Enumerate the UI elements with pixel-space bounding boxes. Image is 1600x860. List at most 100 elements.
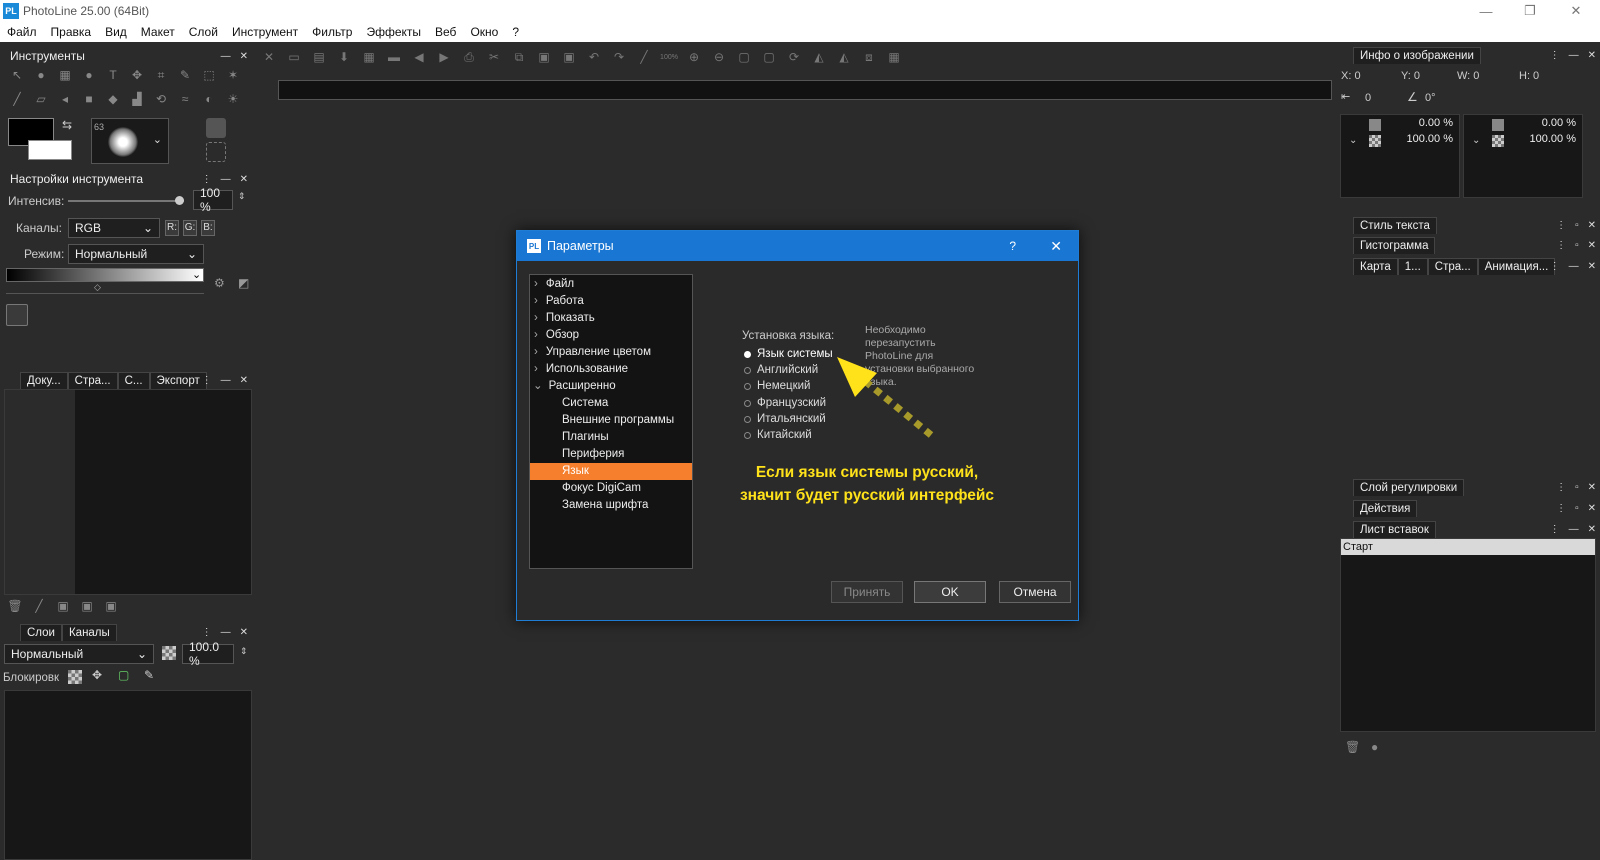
- menu-dots-icon[interactable]: ⋮: [1550, 50, 1560, 61]
- menu-web[interactable]: Веб: [428, 25, 463, 39]
- tree-item-external-programs[interactable]: Внешние программы: [530, 412, 692, 429]
- save-icon[interactable]: ⬇: [335, 50, 353, 64]
- restore-panel-icon[interactable]: ▫: [1575, 220, 1579, 231]
- lock-transparency-icon[interactable]: [68, 670, 82, 684]
- new-doc-icon[interactable]: ▣: [54, 597, 72, 615]
- close-panel-icon[interactable]: ✕: [1588, 482, 1596, 493]
- monitor-icon[interactable]: ▬: [385, 50, 403, 64]
- dialog-close-button[interactable]: ✕: [1050, 238, 1062, 255]
- radio-english[interactable]: Английский: [744, 364, 818, 376]
- zoom-in-icon[interactable]: ⊕: [685, 50, 703, 64]
- menu-dots-icon[interactable]: ⋮: [202, 174, 212, 185]
- tab-actions[interactable]: Действия: [1353, 499, 1418, 517]
- menu-dots-icon[interactable]: ⋮: [1556, 482, 1566, 493]
- channels-select[interactable]: RGB ⌄: [68, 218, 160, 238]
- tab-export[interactable]: Экспорт: [149, 371, 207, 389]
- cut-icon[interactable]: ✂: [485, 50, 503, 64]
- close-panel-icon[interactable]: ✕: [240, 174, 248, 185]
- tab-histogram[interactable]: Гистограмма: [1353, 236, 1436, 254]
- restore-panel-icon[interactable]: ▫: [1575, 503, 1579, 514]
- image-icon[interactable]: ▣: [78, 597, 96, 615]
- menu-layer[interactable]: Слой: [182, 25, 225, 39]
- clipboard-item[interactable]: Старт: [1341, 539, 1595, 555]
- new-icon[interactable]: ▭: [285, 50, 303, 64]
- layer-blend-select[interactable]: Нормальный ⌄: [4, 644, 154, 664]
- trash-icon[interactable]: 🗑: [6, 597, 24, 615]
- layer-opacity-input[interactable]: 100.0 %: [182, 640, 234, 668]
- gradient-stops[interactable]: ◇: [6, 282, 204, 294]
- close-doc-icon[interactable]: ✕: [260, 50, 278, 64]
- magic-wand-icon[interactable]: ✶: [224, 66, 242, 84]
- tree-item-system[interactable]: Система: [530, 395, 692, 412]
- close-panel-icon[interactable]: ✕: [240, 375, 248, 386]
- tab-map[interactable]: Карта: [1353, 257, 1398, 275]
- crop-tool-icon[interactable]: ⌗: [152, 66, 170, 84]
- transform-icon[interactable]: ⧈: [860, 50, 878, 65]
- tree-item-show[interactable]: › Показать: [530, 310, 692, 327]
- tab-channels[interactable]: Каналы: [61, 623, 117, 641]
- close-panel-icon[interactable]: ✕: [1588, 240, 1596, 251]
- radio-french[interactable]: Французский: [744, 397, 826, 409]
- zoom-100-label[interactable]: 100%: [660, 54, 678, 61]
- tab-adjustment-layer[interactable]: Слой регулировки: [1353, 478, 1465, 496]
- paste-special-icon[interactable]: ▣: [560, 50, 578, 64]
- redo-icon[interactable]: ↷: [610, 50, 628, 64]
- menu-filter[interactable]: Фильтр: [305, 25, 359, 39]
- tree-item-font-replacement[interactable]: Замена шрифта: [530, 497, 692, 514]
- tab-1[interactable]: 1...: [1397, 257, 1428, 275]
- gradient-preset-icon[interactable]: ◩: [238, 276, 249, 290]
- trash-icon[interactable]: 🗑: [1345, 740, 1360, 754]
- tab-image-info[interactable]: Инфо о изображении: [1353, 46, 1481, 64]
- tab-animation[interactable]: Анимация...: [1477, 257, 1556, 275]
- tree-item-advanced[interactable]: ⌄ Расширенно: [530, 378, 692, 395]
- close-window-button[interactable]: ✕: [1556, 0, 1596, 22]
- menu-edit[interactable]: Правка: [44, 25, 99, 39]
- eraser-tool-icon[interactable]: ▱: [32, 90, 50, 108]
- minimize-panel-icon[interactable]: —: [221, 174, 231, 185]
- lock-position-icon[interactable]: ✥: [92, 668, 102, 682]
- heal-tool-icon[interactable]: ⟲: [152, 90, 170, 108]
- menu-dots-icon[interactable]: ⋮: [202, 627, 212, 638]
- select-arrow-icon[interactable]: ↖: [8, 66, 26, 84]
- layers-list[interactable]: [4, 690, 252, 860]
- tree-item-browse[interactable]: › Обзор: [530, 327, 692, 344]
- channel-b-button[interactable]: B:: [201, 220, 215, 236]
- close-panel-icon[interactable]: ✕: [1588, 50, 1596, 61]
- swap-colors-icon[interactable]: ⇆: [62, 118, 72, 132]
- gradient-dropdown-icon[interactable]: ⌄: [192, 268, 201, 281]
- restore-panel-icon[interactable]: ▫: [1575, 482, 1579, 493]
- tree-item-work[interactable]: › Работа: [530, 293, 692, 310]
- menu-layout[interactable]: Макет: [134, 25, 182, 39]
- gradient-bar[interactable]: [6, 268, 204, 282]
- close-panel-icon[interactable]: ✕: [240, 627, 248, 638]
- menu-effects[interactable]: Эффекты: [359, 25, 428, 39]
- documents-list[interactable]: [4, 389, 252, 595]
- mask-icon[interactable]: [206, 118, 226, 138]
- tab-layers[interactable]: Слои: [20, 623, 62, 641]
- minimize-panel-icon[interactable]: —: [1569, 261, 1579, 272]
- blur-tool-icon[interactable]: ≈: [176, 90, 194, 108]
- copy-icon[interactable]: ⧉: [510, 50, 528, 65]
- minimize-panel-icon[interactable]: —: [221, 627, 231, 638]
- close-panel-icon[interactable]: ✕: [1588, 524, 1596, 535]
- minimize-panel-icon[interactable]: —: [221, 375, 231, 386]
- menu-dots-icon[interactable]: ⋮: [1556, 240, 1566, 251]
- open-icon[interactable]: ▤: [310, 50, 328, 64]
- brush-tool-icon[interactable]: ●: [32, 66, 50, 84]
- scan-icon[interactable]: ▦: [360, 50, 378, 64]
- options-bar[interactable]: [278, 80, 1332, 100]
- text-tool-icon[interactable]: T: [104, 66, 122, 84]
- chevron-down-icon[interactable]: ⌄: [153, 133, 162, 146]
- clipboard-list[interactable]: Старт: [1340, 538, 1596, 732]
- channel-r-button[interactable]: R:: [165, 220, 179, 236]
- minimize-panel-icon[interactable]: —: [1569, 524, 1579, 535]
- stamp-tool-icon[interactable]: ▟: [128, 90, 146, 108]
- menu-dots-icon[interactable]: ⋮: [1550, 261, 1560, 272]
- close-panel-icon[interactable]: ✕: [240, 51, 248, 62]
- radio-system-language[interactable]: Язык системы: [744, 348, 833, 360]
- gear-icon[interactable]: ⚙: [214, 276, 225, 290]
- tree-item-language[interactable]: Язык: [530, 463, 692, 480]
- minimize-panel-icon[interactable]: —: [221, 51, 231, 62]
- tree-item-usage[interactable]: › Использование: [530, 361, 692, 378]
- radio-german[interactable]: Немецкий: [744, 380, 810, 392]
